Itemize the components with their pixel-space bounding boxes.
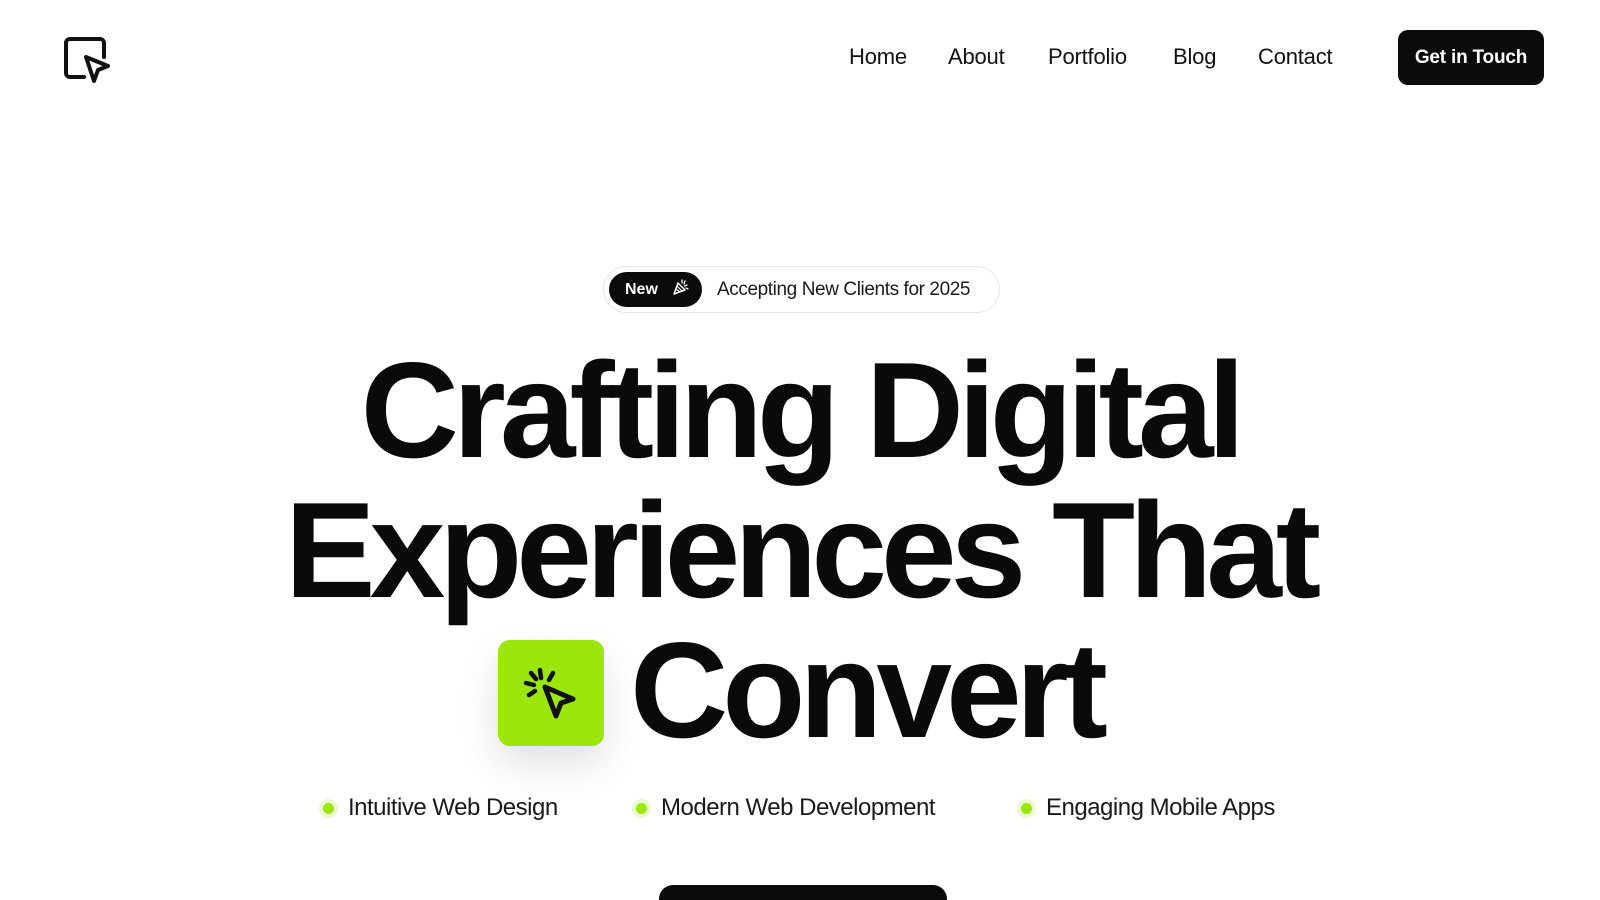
feature-item: Intuitive Web Design bbox=[319, 790, 558, 826]
headline-line-1: Crafting Digital bbox=[360, 334, 1246, 486]
headline-line-2: Experiences That bbox=[284, 474, 1321, 626]
nav-portfolio[interactable]: Portfolio bbox=[1048, 42, 1127, 72]
bullet-dot-icon bbox=[632, 798, 651, 818]
bullet-dot-icon bbox=[319, 798, 338, 818]
badge-text: Accepting New Clients for 2025 bbox=[717, 278, 971, 300]
click-cursor-icon bbox=[498, 640, 605, 746]
nav-home[interactable]: Home bbox=[849, 42, 907, 72]
landing-page: Home About Portfolio Blog Contact Get in… bbox=[0, 0, 1600, 900]
get-in-touch-button[interactable]: Get in Touch bbox=[1398, 30, 1544, 85]
party-popper-icon bbox=[672, 278, 690, 301]
hero-cta-button[interactable] bbox=[659, 885, 947, 900]
logo-icon[interactable] bbox=[62, 35, 110, 83]
feature-label: Intuitive Web Design bbox=[348, 794, 558, 821]
hero-headline: Crafting Digital Experiences That Conver… bbox=[0, 340, 1600, 760]
nav-blog[interactable]: Blog bbox=[1173, 42, 1216, 72]
feature-item: Modern Web Development bbox=[632, 790, 936, 826]
nav-contact[interactable]: Contact bbox=[1258, 42, 1333, 72]
bullet-dot-icon bbox=[1017, 798, 1036, 818]
headline-convert: Convert bbox=[630, 614, 1108, 766]
headline-line-3: Convert bbox=[0, 620, 1600, 760]
feature-label: Modern Web Development bbox=[661, 794, 936, 821]
new-pill: New bbox=[609, 272, 702, 307]
feature-label: Engaging Mobile Apps bbox=[1046, 794, 1275, 821]
nav-about[interactable]: About bbox=[948, 42, 1005, 72]
feature-list: Intuitive Web Design Modern Web Developm… bbox=[0, 790, 1600, 826]
new-pill-label: New bbox=[625, 280, 658, 298]
feature-item: Engaging Mobile Apps bbox=[1017, 790, 1275, 826]
announcement-badge[interactable]: New Accepting New Clients for 2025 bbox=[603, 266, 1000, 313]
